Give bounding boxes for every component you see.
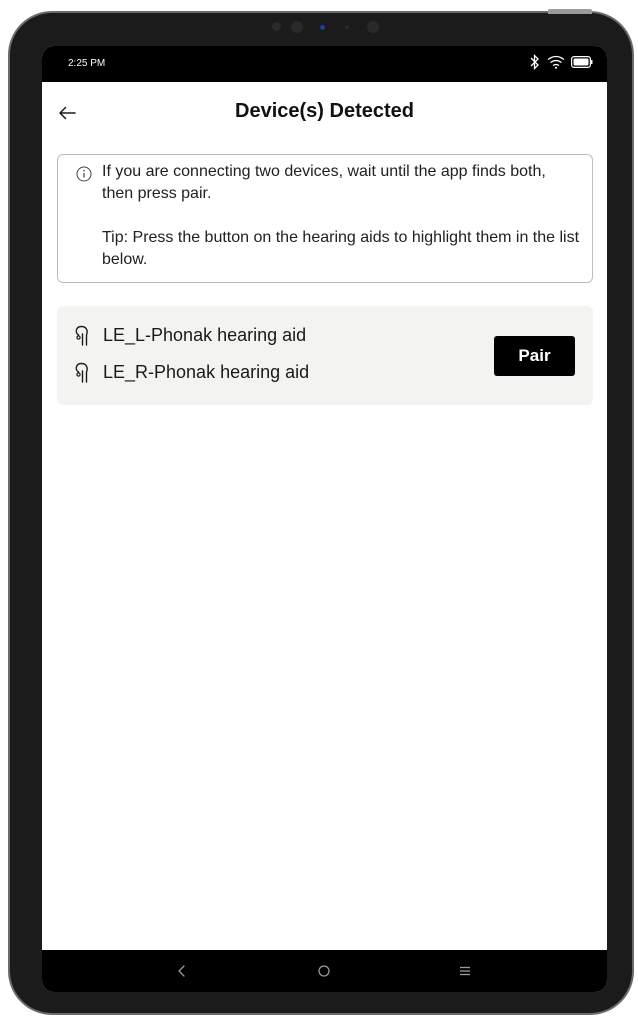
sensor-dot	[272, 22, 281, 31]
front-camera	[291, 21, 303, 33]
info-text: If you are connecting two devices, wait …	[102, 161, 580, 271]
info-tip: Tip: Press the button on the hearing aid…	[102, 229, 580, 268]
battery-icon	[571, 56, 593, 68]
page-title: Device(s) Detected	[235, 100, 414, 122]
hearing-aid-icon	[75, 325, 88, 346]
sensor-dot	[345, 25, 349, 29]
power-button	[548, 9, 592, 14]
hearing-aid-icon	[75, 362, 88, 383]
screen: 2:25 PM Device(s) Detected If you are co…	[42, 46, 607, 992]
status-icons	[529, 54, 593, 70]
app-bar: Device(s) Detected	[42, 82, 607, 144]
device-name: LE_R-Phonak hearing aid	[103, 361, 310, 382]
device-item-left: LE_L-Phonak hearing aid	[73, 323, 306, 347]
wifi-icon	[547, 55, 565, 69]
front-camera	[367, 21, 379, 33]
info-message: If you are connecting two devices, wait …	[102, 163, 546, 202]
bluetooth-icon	[530, 54, 539, 70]
navigation-bar	[42, 950, 607, 992]
detected-devices-card: LE_L-Phonak hearing aid LE_R-Phonak hear…	[57, 306, 593, 405]
device-item-right: LE_R-Phonak hearing aid	[73, 360, 309, 384]
status-bar: 2:25 PM	[42, 46, 607, 82]
back-nav-icon[interactable]	[173, 962, 191, 980]
info-box: If you are connecting two devices, wait …	[57, 154, 593, 283]
pair-button[interactable]: Pair	[494, 336, 575, 376]
info-circle-icon	[76, 166, 92, 182]
device-name: LE_L-Phonak hearing aid	[103, 324, 307, 345]
menu-nav-icon[interactable]	[456, 962, 474, 980]
sensor-dot	[320, 25, 325, 30]
home-nav-icon[interactable]	[315, 962, 333, 980]
status-time: 2:25 PM	[68, 58, 106, 69]
